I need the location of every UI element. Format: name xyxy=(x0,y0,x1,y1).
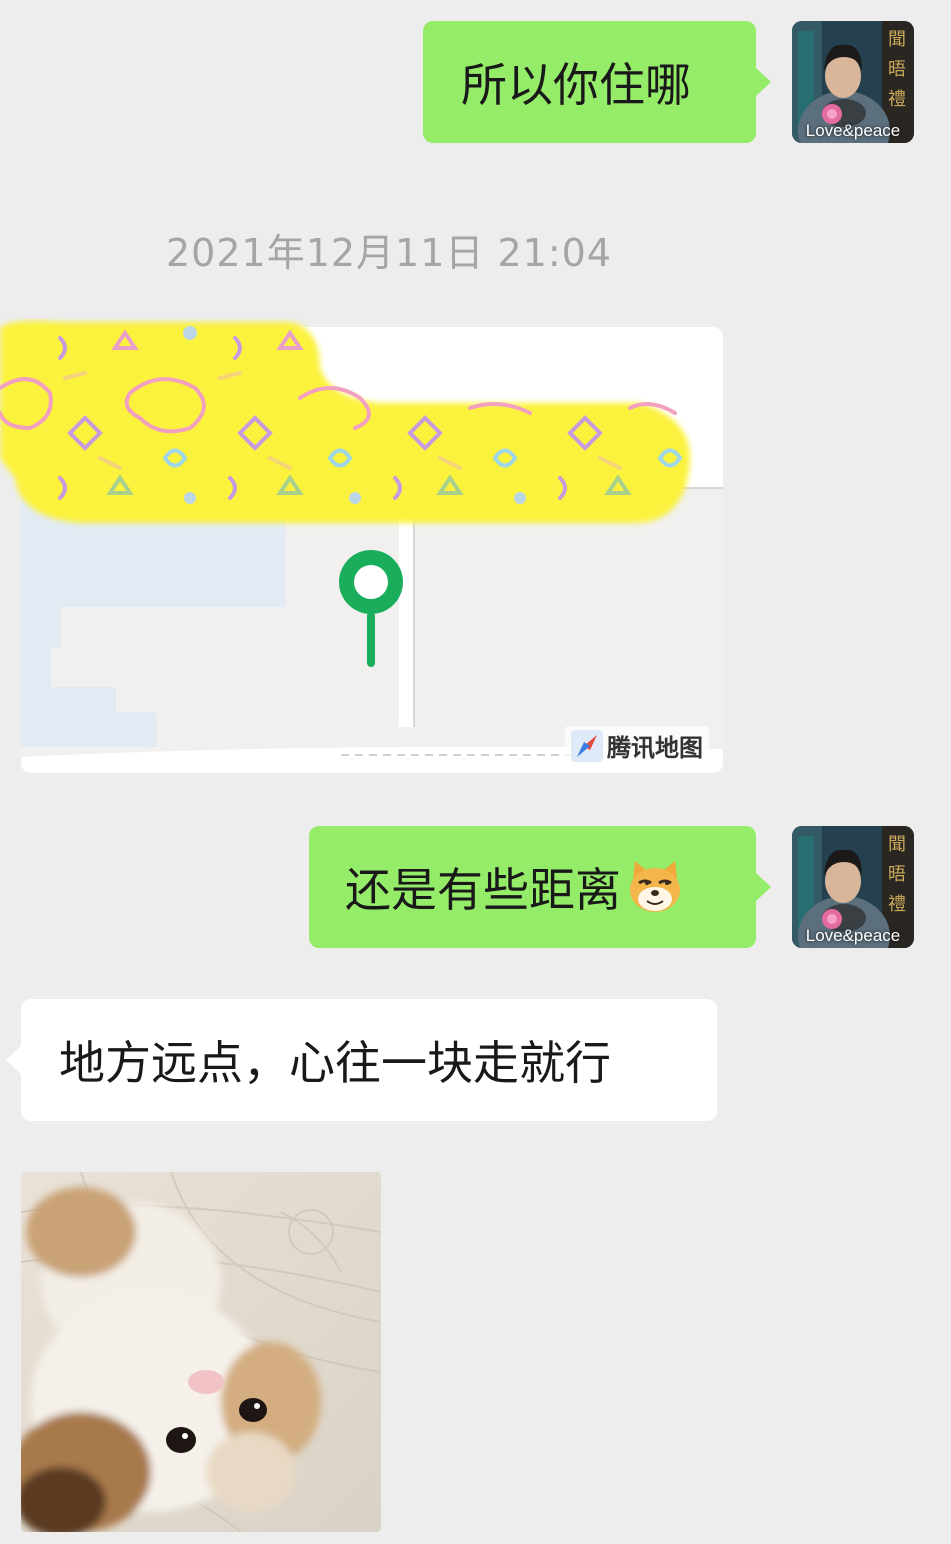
compass-icon xyxy=(571,729,603,762)
message-bubble-sent[interactable]: 还是有些距离 xyxy=(309,826,771,948)
avatar-caption: Love&peace xyxy=(805,121,901,140)
message-text: 所以你住哪 xyxy=(461,58,691,112)
doge-face-icon xyxy=(630,861,680,912)
image-message[interactable] xyxy=(21,1172,381,1532)
kitten-photo xyxy=(21,1172,381,1532)
self-avatar[interactable]: 聞晤禮 Love&peace xyxy=(792,826,914,948)
map-pin-icon xyxy=(339,550,403,667)
self-avatar[interactable]: 聞晤禮 Love&peace xyxy=(792,21,914,143)
avatar-side-text: 聞晤禮 xyxy=(888,29,906,110)
message-bubble-sent[interactable]: 所以你住哪 xyxy=(423,21,771,143)
sticker-overlay xyxy=(0,320,690,523)
avatar-side-text: 聞晤禮 xyxy=(888,834,906,915)
map-provider-watermark: 腾讯地图 xyxy=(565,726,709,765)
message-text: 地方远点，心往一块走就行 xyxy=(59,1036,611,1090)
chat-timestamp: 2021年12月11日 21:04 xyxy=(165,231,612,275)
map-provider-label: 腾讯地图 xyxy=(607,734,703,762)
message-text: 还是有些距离 xyxy=(345,863,621,917)
avatar-caption: Love&peace xyxy=(805,926,901,945)
message-bubble-received[interactable]: 地方远点，心往一块走就行 xyxy=(6,999,717,1121)
